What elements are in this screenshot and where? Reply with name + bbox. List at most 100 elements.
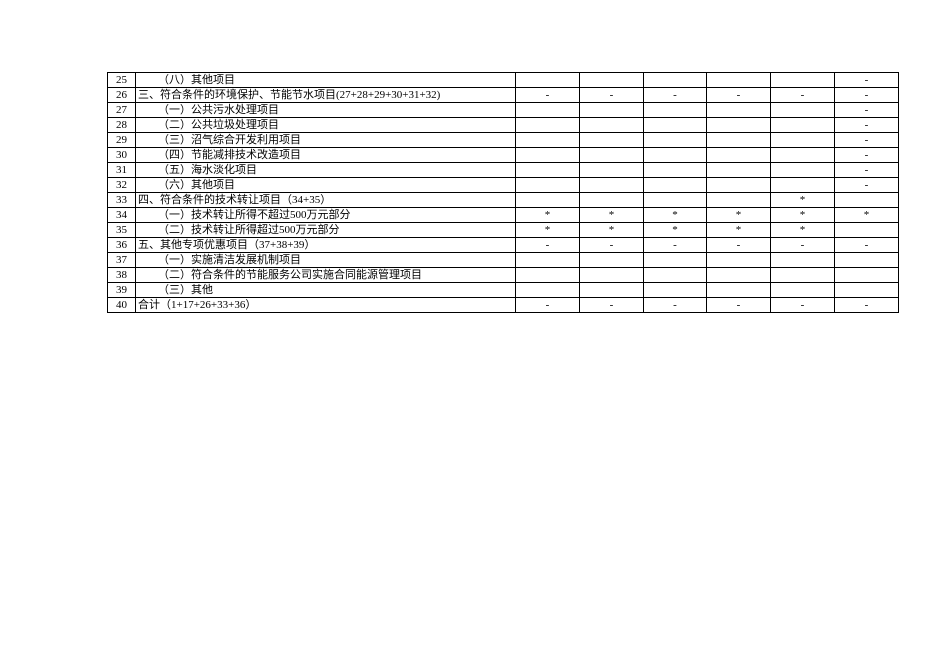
row-value: - [835,88,899,103]
row-index: 37 [108,253,136,268]
row-index: 40 [108,298,136,313]
row-value [707,178,771,193]
table-row: 30（四）节能减排技术改造项目 - [108,148,899,163]
row-value [644,133,707,148]
table-row: 40合计（1+17+26+33+36）------ [108,298,899,313]
row-label: 合计（1+17+26+33+36） [136,298,516,313]
table-row: 25（八）其他项目- [108,73,899,88]
row-label: 五、其他专项优惠项目（37+38+39） [136,238,516,253]
row-value [771,148,835,163]
row-value [580,133,644,148]
row-label: （二）符合条件的节能服务公司实施合同能源管理项目 [136,268,516,283]
table-row: 28（二）公共垃圾处理项目- [108,118,899,133]
row-label: 三、符合条件的环境保护、节能节水项目(27+28+29+30+31+32) [136,88,516,103]
row-value [707,133,771,148]
row-value [580,193,644,208]
row-value [707,73,771,88]
table-row: 39（三）其他 [108,283,899,298]
row-value [644,178,707,193]
row-index: 34 [108,208,136,223]
row-value: * [580,223,644,238]
row-value [835,268,899,283]
row-value [580,148,644,163]
row-value [707,118,771,133]
table-row: 31（五）海水淡化项目 - [108,163,899,178]
row-value [771,283,835,298]
table-row: 29（三）沼气综合开发利用项目 - [108,133,899,148]
row-value [707,148,771,163]
row-value [580,73,644,88]
row-index: 32 [108,178,136,193]
row-value [644,163,707,178]
row-value [707,268,771,283]
row-value [644,73,707,88]
table-row: 26三、符合条件的环境保护、节能节水项目(27+28+29+30+31+32)-… [108,88,899,103]
table-row: 27（一）公共污水处理项目- [108,103,899,118]
row-value [644,118,707,133]
row-index: 30 [108,148,136,163]
row-value: - [835,163,899,178]
row-value: * [771,223,835,238]
row-value: - [835,73,899,88]
row-index: 31 [108,163,136,178]
row-value: - [580,88,644,103]
row-value: - [644,88,707,103]
row-value: - [835,178,899,193]
row-value: * [644,208,707,223]
row-value: * [771,208,835,223]
row-label: （四）节能减排技术改造项目 [136,148,516,163]
row-value: * [516,208,580,223]
row-value [771,253,835,268]
row-value [580,283,644,298]
row-value [516,133,580,148]
row-value: - [771,238,835,253]
row-label: 四、符合条件的技术转让项目（34+35） [136,193,516,208]
row-value [835,253,899,268]
row-value [707,163,771,178]
row-label: （五）海水淡化项目 [136,163,516,178]
row-value: - [580,238,644,253]
row-value [835,223,899,238]
row-value: - [835,238,899,253]
row-value: * [644,223,707,238]
row-value: - [771,88,835,103]
row-value [644,103,707,118]
row-value [707,103,771,118]
row-value: - [644,298,707,313]
row-value: - [835,298,899,313]
row-index: 38 [108,268,136,283]
row-value: * [835,208,899,223]
row-label: （一）技术转让所得不超过500万元部分 [136,208,516,223]
row-value [771,118,835,133]
row-value [580,118,644,133]
row-value [516,103,580,118]
row-value [580,268,644,283]
row-value [707,253,771,268]
row-label: （二）技术转让所得超过500万元部分 [136,223,516,238]
row-index: 39 [108,283,136,298]
row-value: * [580,208,644,223]
row-value [644,148,707,163]
row-value: - [835,133,899,148]
row-index: 27 [108,103,136,118]
row-index: 33 [108,193,136,208]
row-value: - [835,118,899,133]
row-index: 29 [108,133,136,148]
table-row: 38（二）符合条件的节能服务公司实施合同能源管理项目 [108,268,899,283]
row-value [516,193,580,208]
row-value [516,118,580,133]
row-label: （三）其他 [136,283,516,298]
data-table: 25（八）其他项目-26三、符合条件的环境保护、节能节水项目(27+28+29+… [107,72,899,313]
table-row: 34（一）技术转让所得不超过500万元部分****** [108,208,899,223]
row-value: - [835,148,899,163]
row-index: 35 [108,223,136,238]
row-value [580,253,644,268]
row-value [644,283,707,298]
row-value: * [707,208,771,223]
row-value [771,163,835,178]
row-value [707,283,771,298]
row-label: （三）沼气综合开发利用项目 [136,133,516,148]
row-value: - [516,238,580,253]
row-value [580,178,644,193]
row-value: * [516,223,580,238]
